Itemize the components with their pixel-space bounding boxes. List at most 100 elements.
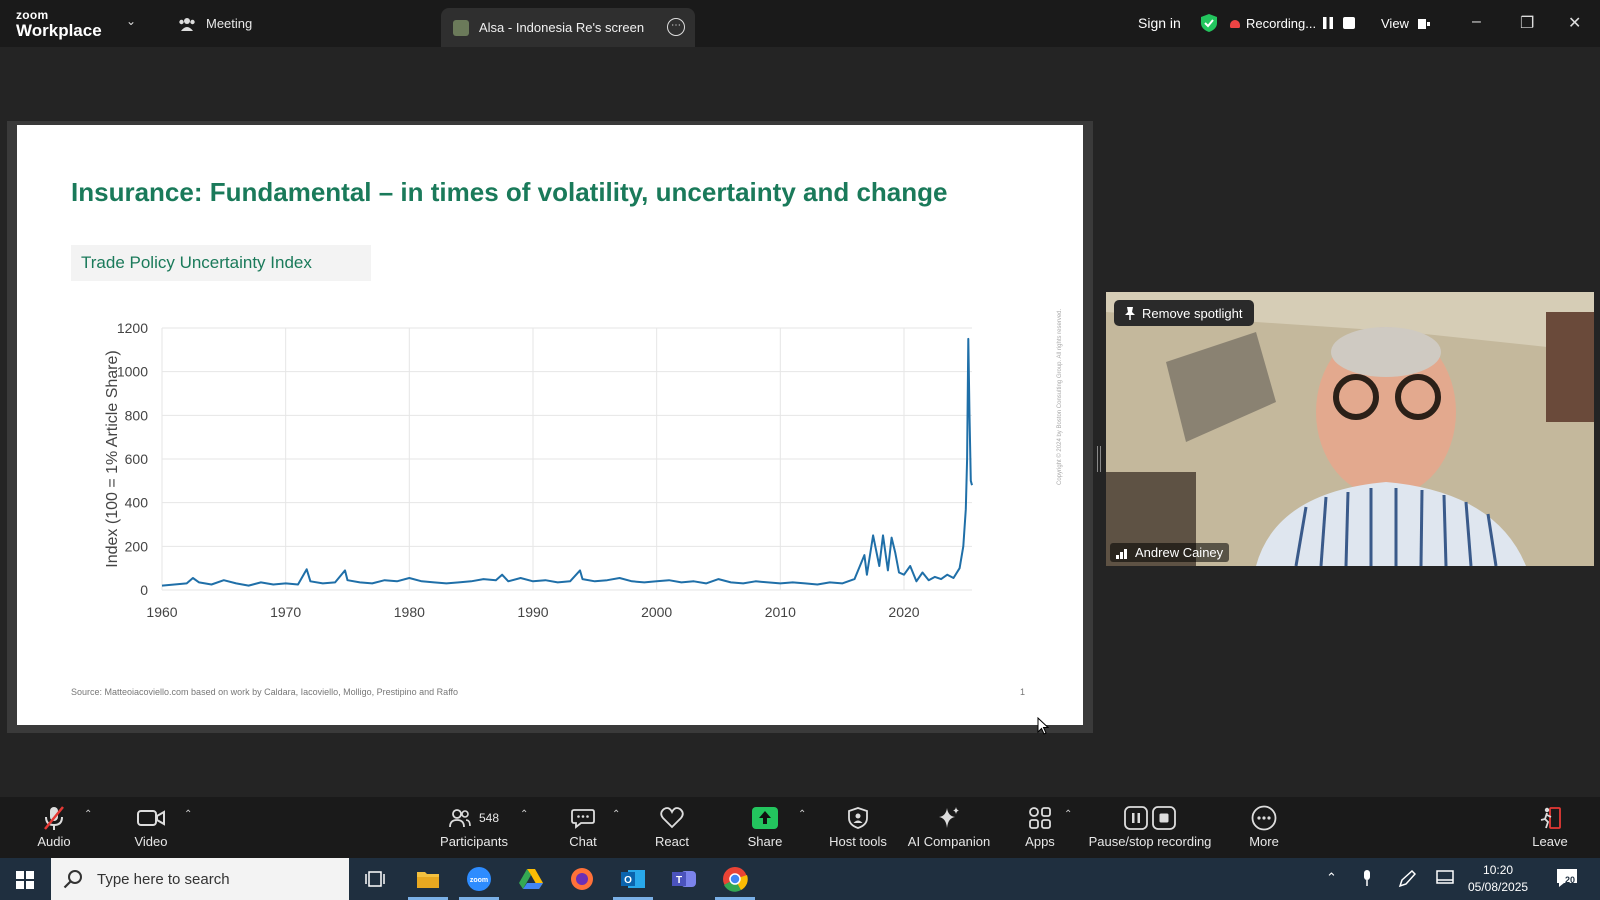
brand-name: Workplace: [16, 21, 102, 40]
participants-count: 548: [478, 811, 500, 825]
leave-button[interactable]: Leave: [1532, 805, 1568, 849]
google-drive-icon[interactable]: [516, 864, 546, 894]
zoom-workplace-logo[interactable]: zoom Workplace: [16, 9, 102, 39]
more-button[interactable]: More: [1246, 805, 1282, 849]
teams-icon[interactable]: T: [669, 864, 699, 894]
notification-count: 20: [1565, 875, 1576, 885]
share-label: Share: [747, 834, 783, 849]
cloud-recording-icon: [1230, 19, 1240, 28]
svg-text:zoom: zoom: [470, 877, 488, 884]
leave-label: Leave: [1532, 834, 1568, 849]
tab-shared-screen[interactable]: Alsa - Indonesia Re's screen ⋯: [441, 8, 695, 47]
audio-options-caret[interactable]: ⌃: [84, 809, 92, 820]
share-options-caret[interactable]: ⌃: [798, 809, 806, 820]
x-tick-label: 1980: [394, 604, 425, 620]
show-hidden-icons-icon[interactable]: ⌃: [1326, 870, 1337, 886]
chart-title-box: Trade Policy Uncertainty Index: [71, 245, 371, 281]
display-icon[interactable]: [1436, 870, 1454, 886]
pen-icon[interactable]: [1398, 870, 1416, 888]
more-options-icon[interactable]: ⋯: [667, 18, 685, 36]
tab-meeting[interactable]: Meeting: [178, 16, 252, 31]
apps-grid-icon: [1029, 807, 1051, 829]
apps-label: Apps: [1025, 834, 1055, 849]
ai-companion-button[interactable]: AI Companion: [906, 805, 992, 849]
view-label: View: [1381, 16, 1409, 31]
apps-options-caret[interactable]: ⌃: [1064, 809, 1072, 820]
stop-icon: [1152, 806, 1176, 830]
resize-handle[interactable]: [1097, 446, 1101, 472]
remove-spotlight-button[interactable]: Remove spotlight: [1114, 300, 1255, 326]
pause-stop-label: Pause/stop recording: [1088, 834, 1212, 849]
file-explorer-icon[interactable]: [413, 864, 443, 894]
slide-title: Insurance: Fundamental – in times of vol…: [71, 177, 948, 207]
minimize-icon[interactable]: –: [1472, 13, 1481, 31]
chat-label: Chat: [569, 834, 597, 849]
svg-text:O: O: [624, 875, 632, 886]
windows-taskbar: Type here to search zoom O T ⌃ 10:20 05/…: [0, 858, 1600, 900]
react-label: React: [655, 834, 689, 849]
video-camera-icon: [137, 810, 165, 826]
react-button[interactable]: React: [652, 805, 692, 849]
source-note: Source: Matteoiacoviello.com based on wo…: [71, 687, 459, 697]
chat-options-caret[interactable]: ⌃: [612, 809, 620, 820]
participant-video-frame: [1106, 292, 1594, 566]
y-tick-label: 1000: [117, 364, 148, 380]
chat-button[interactable]: Chat: [566, 805, 600, 849]
participants-button[interactable]: 548 Participants: [432, 805, 516, 849]
windows-start-icon[interactable]: [16, 871, 34, 889]
host-tools-button[interactable]: Host tools: [826, 805, 890, 849]
notifications-button[interactable]: 20: [1556, 868, 1578, 888]
shield-icon: [848, 807, 868, 829]
x-tick-label: 1960: [146, 604, 177, 620]
svg-text:T: T: [676, 875, 682, 886]
taskbar-clock[interactable]: 10:20 05/08/2025: [1468, 862, 1528, 896]
participant-video[interactable]: Remove spotlight Andrew Cainey: [1106, 292, 1594, 566]
chrome-icon[interactable]: [720, 864, 750, 894]
view-button[interactable]: View: [1381, 16, 1431, 31]
stop-recording-icon[interactable]: [1342, 16, 1356, 30]
pause-stop-recording-button[interactable]: Pause/stop recording: [1088, 805, 1212, 849]
recording-indicator[interactable]: Recording...: [1230, 16, 1316, 31]
participants-label: Participants: [440, 834, 508, 849]
microphone-icon[interactable]: [1362, 870, 1372, 886]
audio-button[interactable]: Audio: [34, 805, 74, 849]
outlook-icon[interactable]: O: [618, 864, 648, 894]
y-tick-label: 600: [125, 451, 149, 467]
y-tick-label: 0: [140, 582, 148, 598]
presenter-thumbnail: [453, 19, 469, 36]
participants-icon: [449, 809, 471, 828]
tab-shared-screen-label: Alsa - Indonesia Re's screen: [479, 20, 645, 35]
pin-icon: [1125, 307, 1135, 320]
share-button[interactable]: Share: [746, 805, 784, 849]
tab-meeting-label: Meeting: [206, 16, 253, 31]
mouse-cursor-icon: [1037, 717, 1049, 735]
sparkle-icon: [939, 807, 959, 828]
meeting-icon: [179, 17, 195, 31]
zoom-app-icon[interactable]: zoom: [464, 864, 494, 894]
more-icon: [1251, 805, 1277, 831]
restore-icon[interactable]: ❐: [1520, 13, 1534, 33]
close-icon[interactable]: ✕: [1568, 13, 1581, 33]
chart-title: Trade Policy Uncertainty Index: [81, 253, 312, 272]
x-tick-label: 2000: [641, 604, 672, 620]
sign-in-button[interactable]: Sign in: [1138, 15, 1181, 31]
task-view-icon[interactable]: [360, 864, 390, 894]
copyright-note: Copyright © 2024 by Boston Consulting Gr…: [1057, 308, 1063, 485]
title-bar: zoom Workplace ⌄ Meeting Alsa - Indonesi…: [0, 0, 1600, 47]
pause-recording-icon[interactable]: [1321, 16, 1335, 30]
chevron-down-icon[interactable]: ⌄: [126, 14, 136, 28]
video-options-caret[interactable]: ⌃: [184, 809, 192, 820]
pause-icon: [1124, 806, 1148, 830]
search-icon: [63, 870, 82, 889]
video-label: Video: [134, 834, 168, 849]
video-button[interactable]: Video: [130, 805, 172, 849]
brand-small: zoom: [16, 8, 49, 22]
participants-options-caret[interactable]: ⌃: [520, 809, 528, 820]
y-tick-label: 1200: [117, 320, 148, 336]
firefox-icon[interactable]: [567, 864, 597, 894]
x-tick-label: 2010: [765, 604, 796, 620]
taskbar-search-input[interactable]: Type here to search: [51, 858, 349, 900]
encryption-shield-icon[interactable]: [1200, 13, 1218, 33]
apps-button[interactable]: Apps: [1022, 805, 1058, 849]
y-tick-label: 200: [125, 538, 149, 554]
